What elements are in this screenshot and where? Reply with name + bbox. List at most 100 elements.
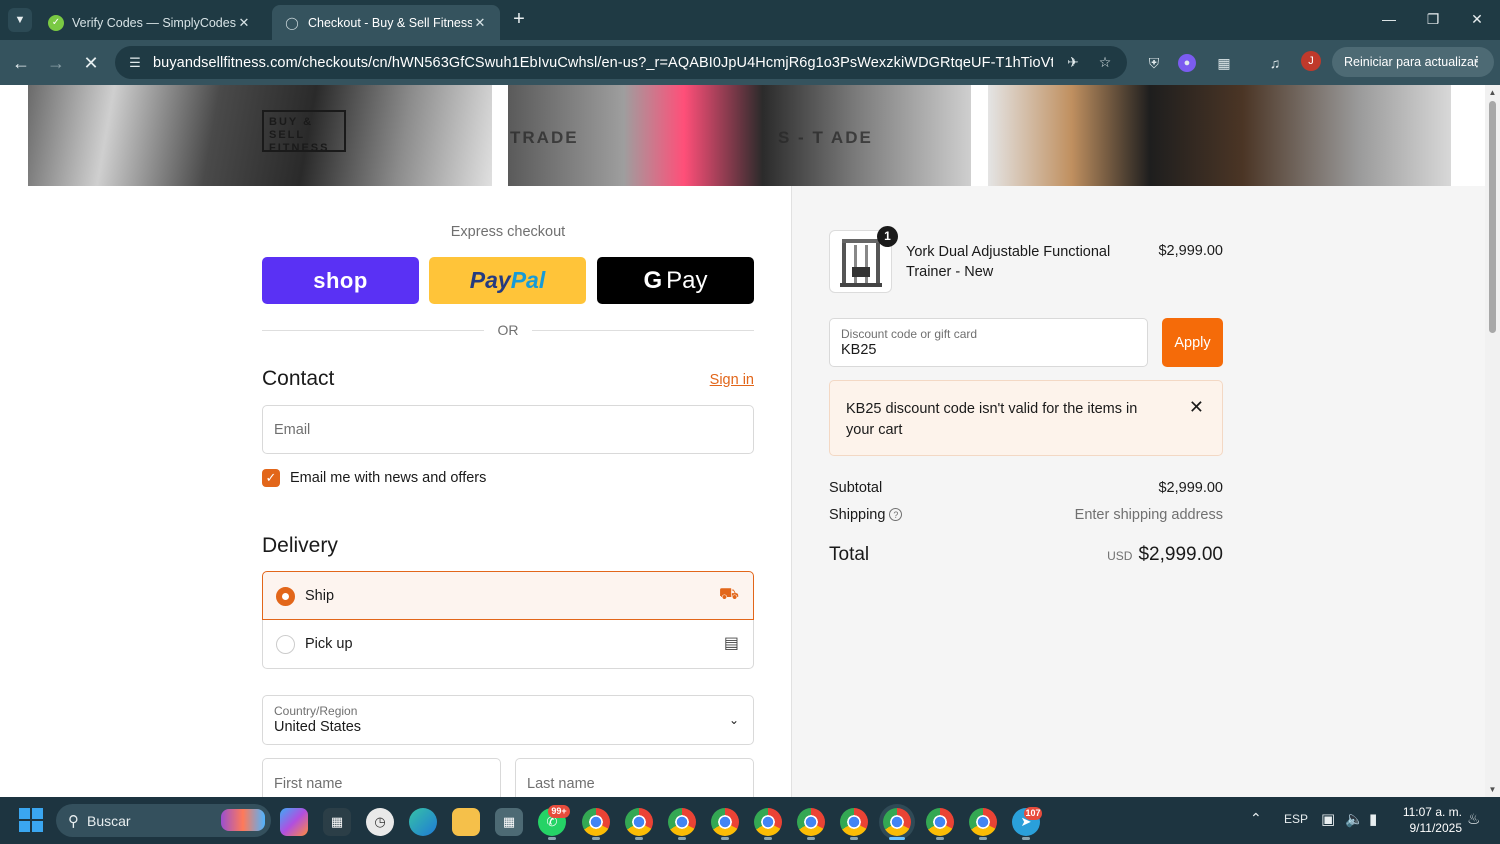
- stop-loading-icon[interactable]: ✕: [78, 50, 104, 76]
- close-tab-icon[interactable]: ✕: [236, 15, 252, 31]
- shield-extension-icon[interactable]: ⛨: [1143, 52, 1165, 74]
- new-tab-button[interactable]: +: [508, 8, 530, 32]
- google-pay-button[interactable]: G Pay: [597, 257, 754, 304]
- country-region-select[interactable]: Country/Region United States ⌄: [262, 695, 754, 745]
- scroll-down-icon[interactable]: ▼: [1488, 785, 1497, 794]
- or-separator: OR: [497, 322, 519, 338]
- subtotal-value: $2,999.00: [1158, 480, 1223, 496]
- delivery-option-ship[interactable]: Ship ⛟: [262, 571, 754, 620]
- bookmark-star-icon[interactable]: ☆: [1093, 54, 1117, 71]
- windows-start-icon[interactable]: [19, 808, 43, 832]
- chrome-profile-icon[interactable]: [754, 808, 782, 836]
- shipping-row: Shipping? Enter shipping address: [829, 507, 1223, 523]
- taskbar-running-indicator: [936, 837, 944, 840]
- banner-photo-text: TRADE: [510, 128, 579, 147]
- notification-bell-icon[interactable]: ♨: [1467, 810, 1480, 828]
- telegram-unread-badge: 107: [1024, 807, 1042, 820]
- chrome-profile-icon[interactable]: [926, 808, 954, 836]
- tab-simplycodes[interactable]: ✓ Verify Codes — SimplyCodes ✕: [36, 5, 264, 40]
- media-controls-icon[interactable]: ♫: [1264, 52, 1286, 74]
- network-icon[interactable]: ▣: [1321, 810, 1335, 828]
- volume-icon[interactable]: 🔈: [1345, 810, 1364, 828]
- email-field[interactable]: Email: [262, 405, 754, 454]
- chrome-profile-icon[interactable]: [582, 808, 610, 836]
- shipping-value: Enter shipping address: [1074, 507, 1223, 523]
- address-bar[interactable]: ☰ buyandsellfitness.com/checkouts/cn/hWN…: [115, 46, 1127, 79]
- edge-icon[interactable]: [409, 808, 437, 836]
- chrome-profile-icon[interactable]: [840, 808, 868, 836]
- more-menu-icon[interactable]: ⋮: [1470, 53, 1484, 70]
- banner-photo-gym-1: [28, 85, 492, 186]
- calculator-icon[interactable]: ▦: [495, 808, 523, 836]
- clock-app-icon[interactable]: ◷: [366, 808, 394, 836]
- taskbar-search[interactable]: ⚲ Buscar: [56, 804, 271, 837]
- close-icon[interactable]: ✕: [1189, 397, 1204, 418]
- extension-icon[interactable]: ●: [1178, 54, 1196, 72]
- microsoft-store-icon[interactable]: ▦: [323, 808, 351, 836]
- chrome-profile-icon[interactable]: [797, 808, 825, 836]
- show-hidden-icons-chevron-icon[interactable]: ⌃: [1250, 810, 1262, 827]
- scroll-up-icon[interactable]: ▲: [1488, 88, 1497, 97]
- restore-window-icon[interactable]: ❐: [1418, 8, 1448, 30]
- taskbar-running-indicator: [721, 837, 729, 840]
- taskbar-clock[interactable]: 11:07 a. m. 9/11/2025: [1398, 804, 1462, 836]
- close-tab-icon[interactable]: ✕: [472, 15, 488, 31]
- forward-icon[interactable]: →: [43, 50, 69, 76]
- puzzle-extensions-icon[interactable]: ▦: [1213, 52, 1235, 74]
- country-value: United States: [274, 719, 362, 735]
- newsletter-checkbox[interactable]: ✓: [262, 469, 280, 487]
- input-language[interactable]: ESP: [1284, 812, 1308, 826]
- chrome-profile-icon[interactable]: [969, 808, 997, 836]
- whatsapp-unread-badge: 99+: [548, 805, 570, 818]
- page-scrollbar[interactable]: ▲ ▼: [1485, 85, 1500, 797]
- help-icon[interactable]: ?: [889, 508, 903, 521]
- express-checkout-label: Express checkout: [450, 224, 566, 240]
- sign-in-link[interactable]: Sign in: [700, 372, 754, 388]
- apply-discount-button[interactable]: Apply: [1162, 318, 1223, 367]
- pickup-radio[interactable]: [276, 635, 295, 654]
- store-banner: [0, 85, 1485, 186]
- battery-icon[interactable]: ▮: [1369, 810, 1377, 828]
- discount-code-field[interactable]: Discount code or gift card KB25: [829, 318, 1148, 367]
- close-window-icon[interactable]: ✕: [1462, 8, 1492, 30]
- chrome-profile-icon[interactable]: [668, 808, 696, 836]
- site-info-icon[interactable]: ☰: [125, 53, 145, 73]
- tab-checkout[interactable]: ◯ Checkout - Buy & Sell Fitness ✕: [272, 5, 500, 40]
- email-placeholder: Email: [274, 422, 311, 438]
- paypal-button[interactable]: Pay Pal: [429, 257, 586, 304]
- ship-radio[interactable]: [276, 587, 295, 606]
- newsletter-label[interactable]: Email me with news and offers: [290, 470, 486, 486]
- url-text[interactable]: buyandsellfitness.com/checkouts/cn/hWN56…: [153, 55, 1053, 71]
- taskbar-running-indicator: [764, 837, 772, 840]
- search-icon: ⚲: [68, 812, 79, 830]
- country-label: Country/Region: [274, 704, 358, 718]
- product-name: York Dual Adjustable Functional Trainer …: [906, 244, 1111, 280]
- delivery-option-pickup[interactable]: Pick up ▤: [262, 620, 754, 669]
- file-explorer-icon[interactable]: [452, 808, 480, 836]
- first-name-placeholder: First name: [274, 776, 343, 792]
- taskbar-active-indicator: [889, 837, 905, 840]
- store-logo[interactable]: BUY & SELL FITNESS: [262, 110, 346, 154]
- taskbar-running-indicator: [979, 837, 987, 840]
- chevron-down-icon: ⌄: [728, 713, 739, 727]
- taskbar-running-indicator: [1022, 837, 1030, 840]
- minimize-window-icon[interactable]: —: [1374, 8, 1404, 30]
- profile-avatar[interactable]: J: [1301, 51, 1321, 71]
- taskbar-running-indicator: [678, 837, 686, 840]
- back-icon[interactable]: ←: [8, 50, 34, 76]
- shop-pay-button[interactable]: shop: [262, 257, 419, 304]
- chrome-active-profile-icon[interactable]: [883, 808, 911, 836]
- translate-icon[interactable]: ✈: [1061, 54, 1085, 71]
- taskbar-running-indicator: [592, 837, 600, 840]
- tab-search-chevron-icon[interactable]: ▼: [8, 8, 32, 32]
- chrome-profile-icon[interactable]: [711, 808, 739, 836]
- contact-heading: Contact: [262, 367, 335, 390]
- banner-photo-gym-3: [988, 85, 1451, 186]
- delivery-heading: Delivery: [262, 534, 338, 557]
- chrome-profile-icon[interactable]: [625, 808, 653, 836]
- paypal-logo-part-1: Pay: [469, 267, 511, 293]
- restart-to-update-button[interactable]: Reiniciar para actualizar ⋮: [1332, 47, 1494, 77]
- taskbar-running-indicator: [548, 837, 556, 840]
- scroll-thumb[interactable]: [1489, 101, 1496, 333]
- copilot-icon[interactable]: [280, 808, 308, 836]
